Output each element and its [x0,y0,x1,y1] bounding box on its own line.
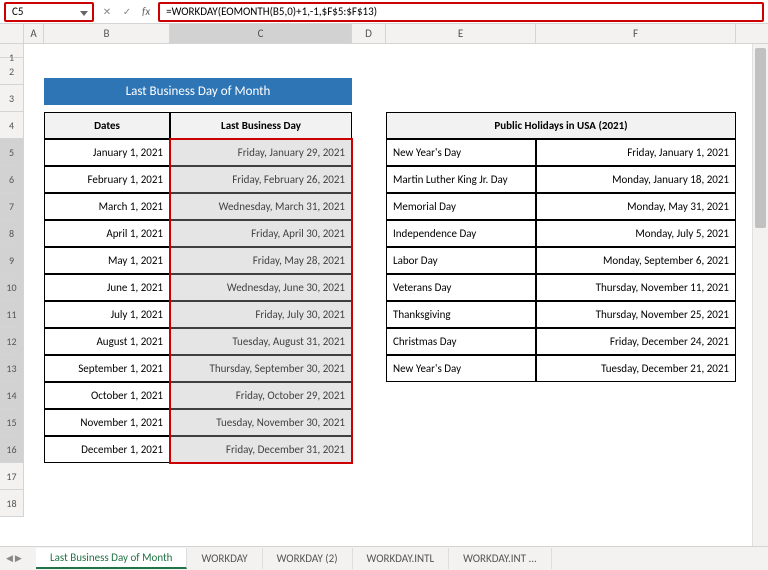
row-header-12[interactable]: 12 [0,328,24,355]
cell-B11: July 1, 2021 [44,301,170,328]
col-header-D[interactable]: D [352,24,386,43]
row-header-4[interactable]: 4 [0,112,24,139]
cell-F12: Friday, December 24, 2021 [536,328,736,355]
sheet-tab-2[interactable]: WORKDAY (2) [263,548,353,569]
cell-F11: Thursday, November 25, 2021 [536,301,736,328]
row-header-14[interactable]: 14 [0,382,24,409]
sheet-tab-1[interactable]: WORKDAY [187,548,262,569]
tab-next-icon[interactable]: ▶ [15,553,22,564]
col-header-B[interactable]: B [44,24,170,43]
cell-B13: September 1, 2021 [44,355,170,382]
cell-B5: January 1, 2021 [44,139,170,166]
cell-B8: April 1, 2021 [44,220,170,247]
cell-E8: Independence Day [386,220,536,247]
sheet-title: Last Business Day of Month [44,78,352,105]
cell-F13: Tuesday, December 21, 2021 [536,355,736,382]
cell-E11: Thanksgiving [386,301,536,328]
cell-reference: C5 [12,5,23,18]
row-header-8[interactable]: 8 [0,220,24,247]
cell-F8: Monday, July 5, 2021 [536,220,736,247]
formula-input[interactable]: =WORKDAY(EOMONTH(B5,0)+1,-1,$F$5:$F$13) [158,2,764,22]
col-header-F[interactable]: F [536,24,736,43]
cell-C10: Wednesday, June 30, 2021 [170,274,352,301]
tab-nav[interactable]: ◀▶ [6,553,22,564]
cell-E9: Labor Day [386,247,536,274]
cell-B14: October 1, 2021 [44,382,170,409]
vertical-scrollbar[interactable] [752,44,768,546]
cell-C5: Friday, January 29, 2021 [170,139,352,166]
cell-C7: Wednesday, March 31, 2021 [170,193,352,220]
row-header-17[interactable]: 17 [0,463,24,490]
cell-E10: Veterans Day [386,274,536,301]
spreadsheet-grid: A B C D E F 123456789101112131415161718 … [0,24,768,517]
holidays-header: Public Holidays in USA (2021) [386,112,736,139]
cell-C14: Friday, October 29, 2021 [170,382,352,409]
cell-E13: New Year's Day [386,355,536,382]
formula-bar: C5 ✕ ✓ fx =WORKDAY(EOMONTH(B5,0)+1,-1,$F… [0,0,768,24]
sheet-tab-3[interactable]: WORKDAY.INTL [353,548,450,569]
cell-F9: Monday, September 6, 2021 [536,247,736,274]
column-headers: A B C D E F [0,24,768,44]
cell-F5: Friday, January 1, 2021 [536,139,736,166]
cell-C11: Friday, July 30, 2021 [170,301,352,328]
cell-E12: Christmas Day [386,328,536,355]
sheet-tab-0[interactable]: Last Business Day of Month [36,548,187,569]
cell-C15: Tuesday, November 30, 2021 [170,409,352,436]
sheet-tab-4[interactable]: WORKDAY.INT ... [449,548,552,569]
col-header-A[interactable]: A [24,24,44,43]
tab-prev-icon[interactable]: ◀ [6,553,13,564]
row-header-3[interactable]: 3 [0,85,24,112]
row-header-15[interactable]: 15 [0,409,24,436]
cell-C13: Thursday, September 30, 2021 [170,355,352,382]
formula-buttons: ✕ ✓ fx [98,3,154,21]
select-all-corner[interactable] [0,24,24,43]
cell-B15: November 1, 2021 [44,409,170,436]
cancel-icon[interactable]: ✕ [98,3,116,21]
col-header-E[interactable]: E [386,24,536,43]
cell-B10: June 1, 2021 [44,274,170,301]
cell-B6: February 1, 2021 [44,166,170,193]
cell-E5: New Year's Day [386,139,536,166]
name-box[interactable]: C5 [4,2,94,22]
cell-F6: Monday, January 18, 2021 [536,166,736,193]
cell-C4: Last Business Day [170,112,352,139]
row-header-16[interactable]: 16 [0,436,24,463]
cell-C6: Friday, February 26, 2021 [170,166,352,193]
cell-C12: Tuesday, August 31, 2021 [170,328,352,355]
sheet-tabs: ◀▶ Last Business Day of MonthWORKDAYWORK… [0,546,768,570]
row-header-2[interactable]: 2 [0,58,24,85]
cell-B9: May 1, 2021 [44,247,170,274]
row-header-11[interactable]: 11 [0,301,24,328]
cell-B4: Dates [44,112,170,139]
cell-F10: Thursday, November 11, 2021 [536,274,736,301]
row-headers: 123456789101112131415161718 [0,44,24,517]
row-header-1[interactable]: 1 [0,44,24,58]
row-header-7[interactable]: 7 [0,193,24,220]
row-header-13[interactable]: 13 [0,355,24,382]
cell-B16: December 1, 2021 [44,436,170,463]
row-header-18[interactable]: 18 [0,490,24,517]
row-header-10[interactable]: 10 [0,274,24,301]
cell-C16: Friday, December 31, 2021 [170,436,352,463]
cell-B7: March 1, 2021 [44,193,170,220]
col-header-C[interactable]: C [170,24,352,43]
formula-text: =WORKDAY(EOMONTH(B5,0)+1,-1,$F$5:$F$13) [166,5,377,18]
cell-E6: Martin Luther King Jr. Day [386,166,536,193]
sheet-area[interactable]: Last Business Day of Month exceldemy.com… [24,44,768,517]
cell-B12: August 1, 2021 [44,328,170,355]
row-header-9[interactable]: 9 [0,247,24,274]
cell-E7: Memorial Day [386,193,536,220]
row-header-5[interactable]: 5 [0,139,24,166]
cell-C9: Friday, May 28, 2021 [170,247,352,274]
cell-F7: Monday, May 31, 2021 [536,193,736,220]
accept-icon[interactable]: ✓ [118,3,136,21]
cell-C8: Friday, April 30, 2021 [170,220,352,247]
row-header-6[interactable]: 6 [0,166,24,193]
scrollbar-thumb[interactable] [755,48,766,228]
fx-icon[interactable]: fx [138,5,154,18]
